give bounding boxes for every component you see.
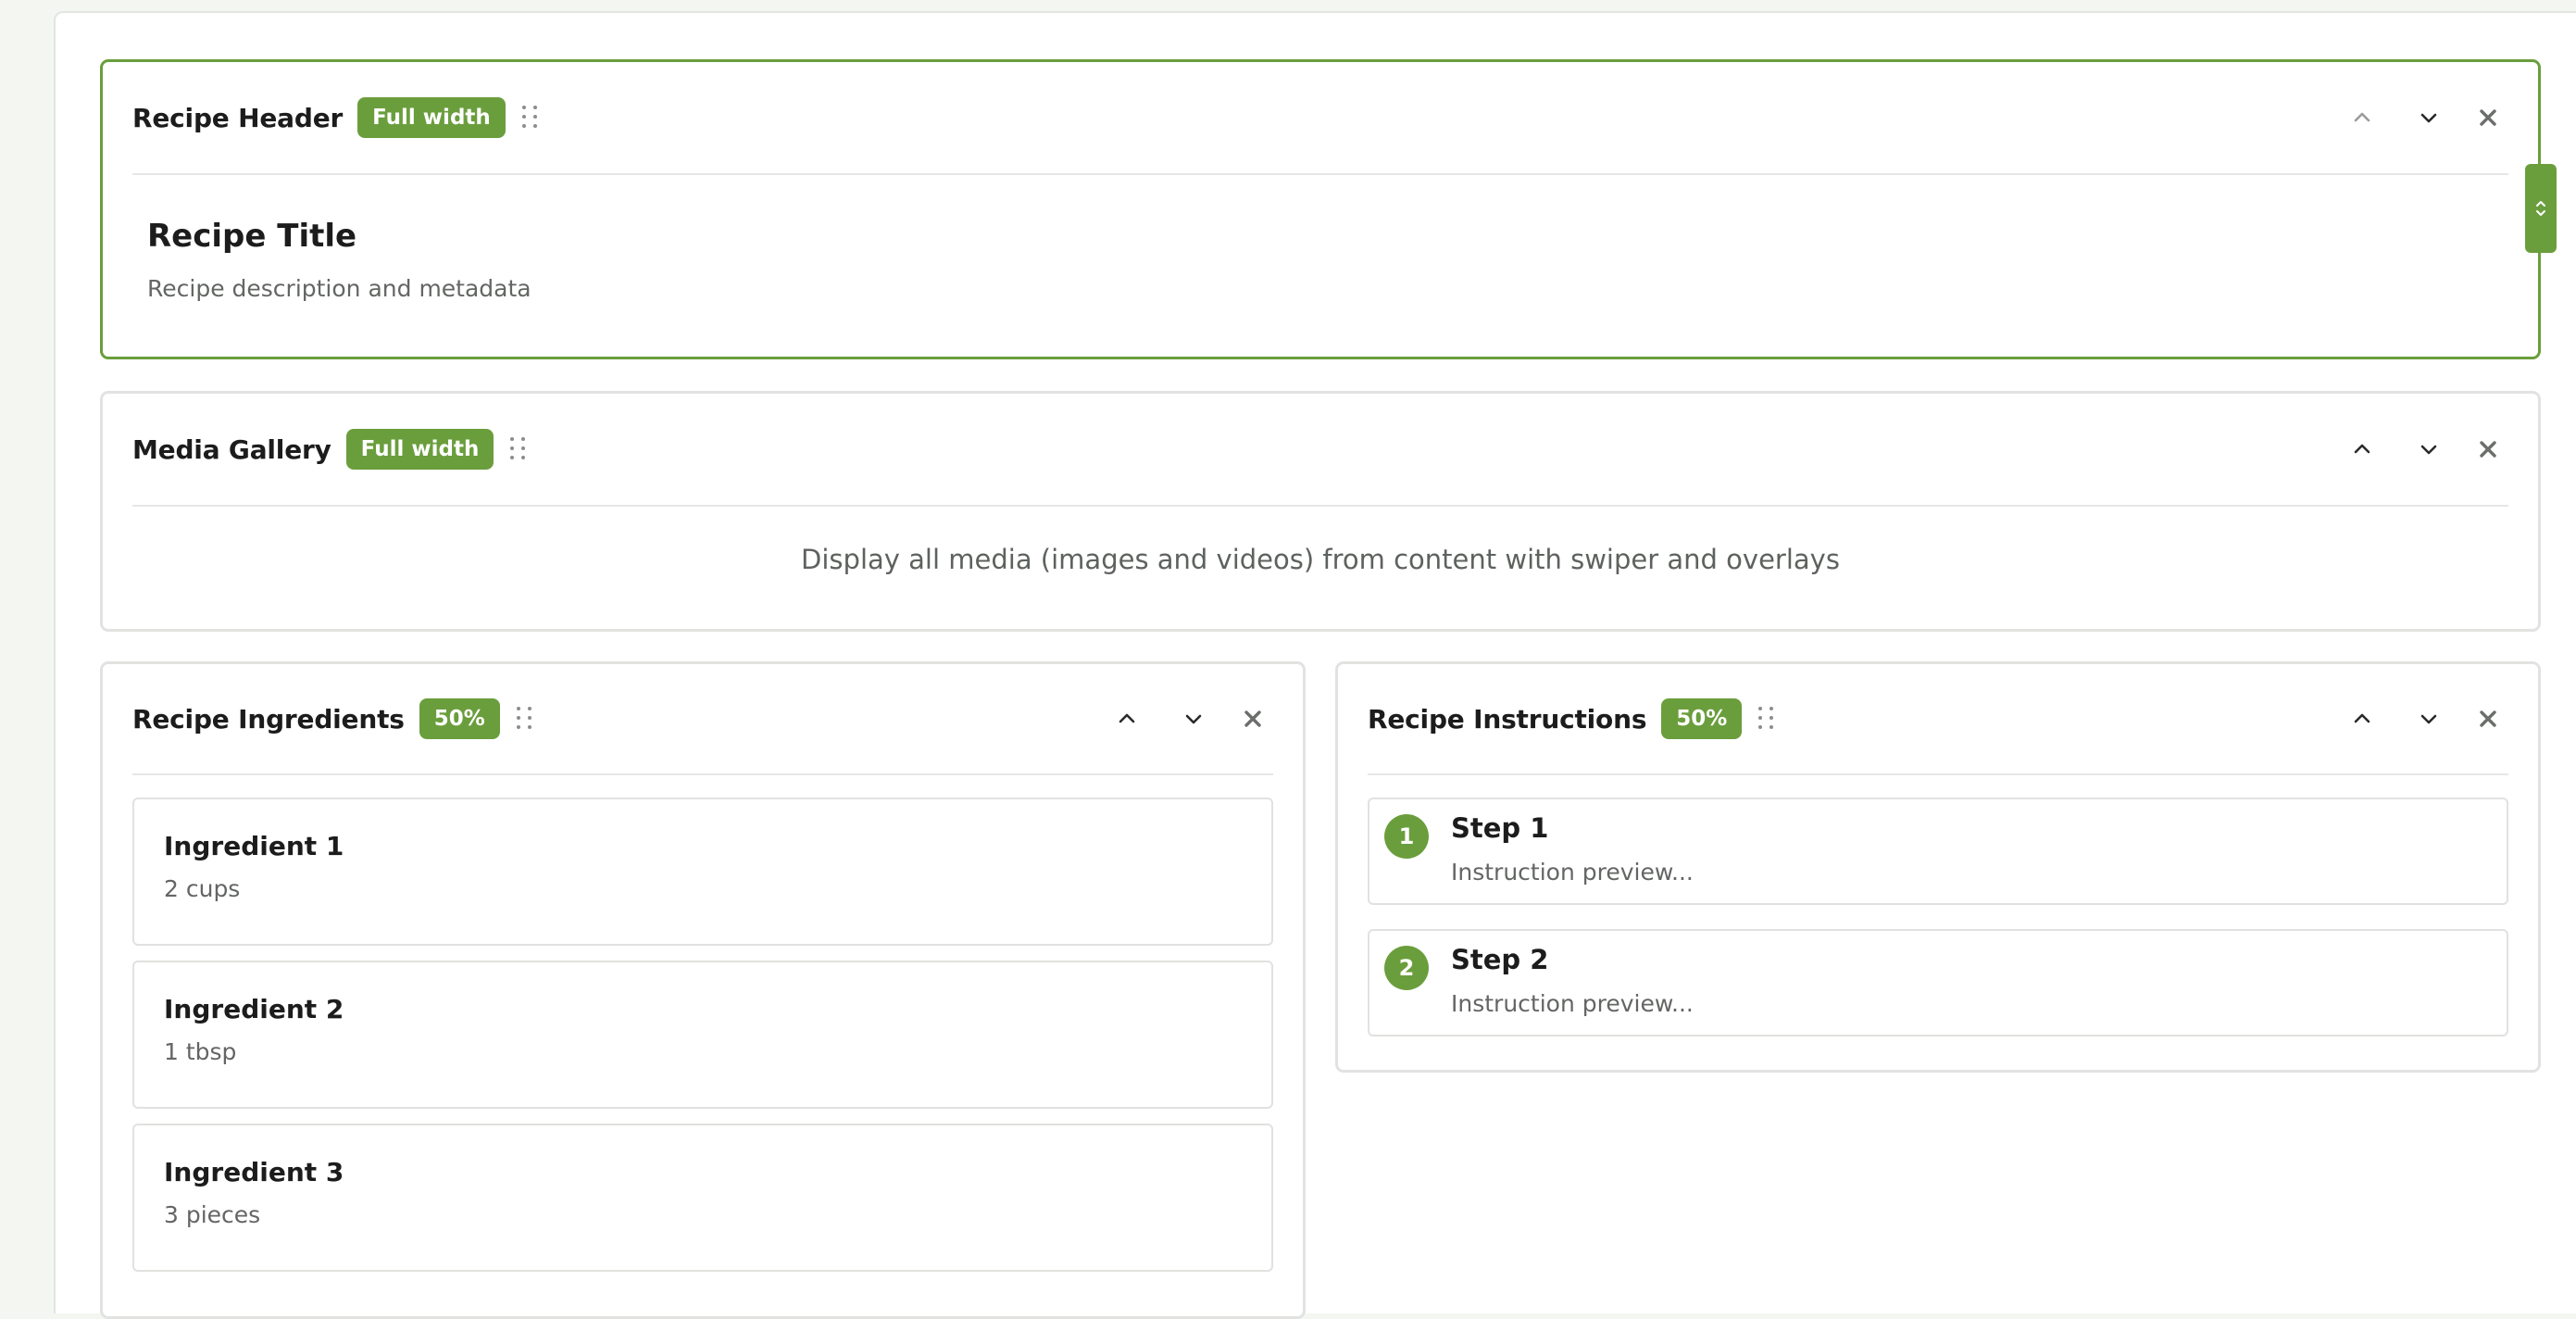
block-header: Media Gallery Full width xyxy=(132,394,2508,507)
drag-handle-icon[interactable] xyxy=(1758,707,1779,731)
width-badge: 50% xyxy=(1661,698,1743,739)
move-down-button[interactable] xyxy=(1173,698,1214,739)
chevron-up-icon xyxy=(2354,713,2370,723)
block-title: Media Gallery xyxy=(132,433,331,465)
block-media-gallery[interactable]: Media Gallery Full width Display all med… xyxy=(100,391,2541,632)
block-header: Recipe Ingredients 50% xyxy=(132,664,1273,775)
recipe-title-preview: Recipe Title xyxy=(147,218,357,255)
close-icon xyxy=(2480,109,2496,126)
resize-vertical-icon xyxy=(2536,201,2545,216)
ingredient-card: Ingredient 3 3 pieces xyxy=(132,1124,1273,1272)
close-icon xyxy=(2480,710,2496,727)
ingredient-card: Ingredient 1 2 cups xyxy=(132,798,1273,946)
ingredient-name: Ingredient 2 xyxy=(164,994,344,1024)
chevron-up-icon xyxy=(2354,444,2370,454)
step-title: Step 1 xyxy=(1451,812,1549,844)
remove-block-button[interactable] xyxy=(2468,698,2508,739)
instruction-step: 1 Step 1 Instruction preview... xyxy=(1368,798,2508,905)
block-recipe-header[interactable]: Recipe Header Full width Recipe Title Re… xyxy=(100,59,2557,359)
step-number-badge: 1 xyxy=(1384,814,1429,859)
close-icon xyxy=(1244,710,1261,727)
ingredient-name: Ingredient 3 xyxy=(164,1157,344,1187)
chevron-up-icon xyxy=(1119,713,1135,723)
chevron-up-icon xyxy=(2354,112,2370,122)
drag-handle-icon[interactable] xyxy=(516,707,537,731)
step-preview: Instruction preview... xyxy=(1451,859,1694,886)
chevron-down-icon xyxy=(1185,714,1202,724)
step-title: Step 2 xyxy=(1451,944,1549,975)
remove-block-button[interactable] xyxy=(2468,97,2508,138)
resize-handle[interactable] xyxy=(2525,164,2557,253)
move-down-button[interactable] xyxy=(2408,429,2449,470)
ingredient-name: Ingredient 1 xyxy=(164,831,344,861)
block-header: Recipe Instructions 50% xyxy=(1368,664,2508,775)
chevron-down-icon xyxy=(2420,445,2437,455)
block-recipe-instructions[interactable]: Recipe Instructions 50% 1 Step 1 Instruc… xyxy=(1335,661,2541,1073)
layout-canvas: Recipe Header Full width Recipe Title Re… xyxy=(54,11,2576,1319)
block-title: Recipe Ingredients xyxy=(132,703,405,735)
block-title: Recipe Header xyxy=(132,102,344,133)
block-title: Recipe Instructions xyxy=(1368,703,1647,735)
remove-block-button[interactable] xyxy=(2468,429,2508,470)
drag-handle-icon[interactable] xyxy=(510,437,531,461)
move-down-button[interactable] xyxy=(2408,698,2449,739)
recipe-description-preview: Recipe description and metadata xyxy=(147,275,531,302)
step-number-badge: 2 xyxy=(1384,946,1429,990)
ingredient-amount: 2 cups xyxy=(164,875,241,902)
chevron-down-icon xyxy=(2420,714,2437,724)
drag-handle-icon[interactable] xyxy=(521,106,543,130)
move-up-button[interactable] xyxy=(2342,97,2382,138)
block-recipe-ingredients[interactable]: Recipe Ingredients 50% Ingredient 1 2 cu… xyxy=(100,661,1306,1319)
remove-block-button[interactable] xyxy=(1232,698,1273,739)
ingredient-amount: 3 pieces xyxy=(164,1201,261,1228)
width-badge: Full width xyxy=(357,97,506,138)
media-gallery-description: Display all media (images and videos) fr… xyxy=(801,544,1840,575)
instruction-step: 2 Step 2 Instruction preview... xyxy=(1368,929,2508,1036)
ingredient-amount: 1 tbsp xyxy=(164,1038,237,1065)
move-up-button[interactable] xyxy=(2342,429,2382,470)
block-header: Recipe Header Full width xyxy=(132,62,2508,175)
move-up-button[interactable] xyxy=(1107,698,1147,739)
chevron-down-icon xyxy=(2420,113,2437,123)
width-badge: Full width xyxy=(345,429,494,470)
move-up-button[interactable] xyxy=(2342,698,2382,739)
close-icon xyxy=(2480,441,2496,458)
move-down-button[interactable] xyxy=(2408,97,2449,138)
width-badge: 50% xyxy=(419,698,500,739)
step-preview: Instruction preview... xyxy=(1451,990,1694,1017)
ingredient-card: Ingredient 2 1 tbsp xyxy=(132,961,1273,1109)
